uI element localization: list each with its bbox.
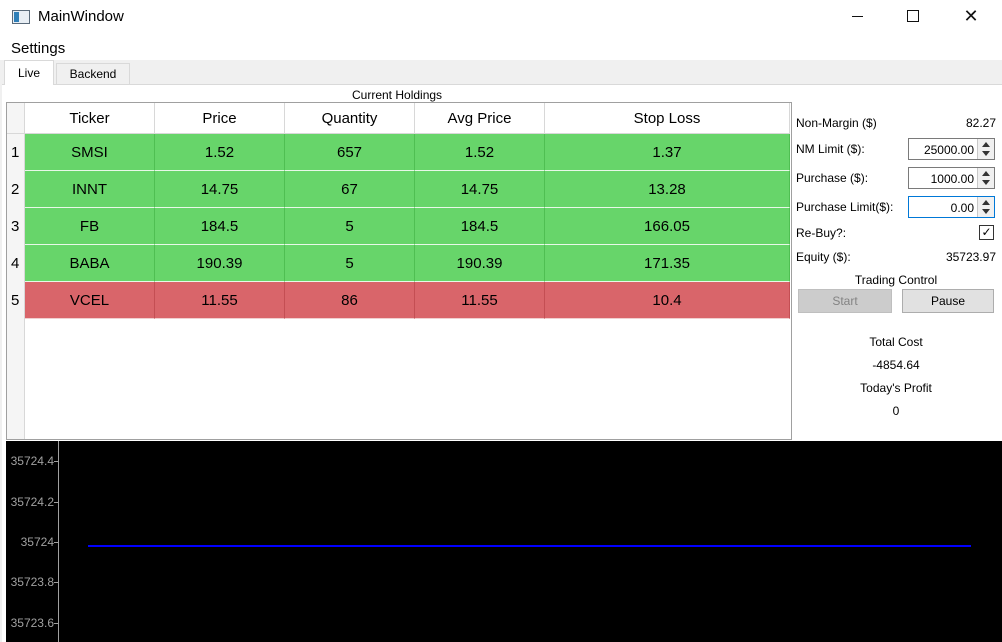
cell-quantity[interactable]: 5 <box>285 208 415 245</box>
column-header-ticker[interactable]: Ticker <box>25 103 155 134</box>
cell-quantity[interactable]: 86 <box>285 282 415 319</box>
equity-plot <box>88 545 971 548</box>
cell-stop-loss[interactable]: 1.37 <box>545 134 790 171</box>
menu-settings[interactable]: Settings <box>11 40 65 57</box>
rebuy-label: Re-Buy?: <box>796 226 847 240</box>
equity-label: Equity ($): <box>796 250 851 264</box>
cell-avg-price[interactable]: 1.52 <box>415 134 545 171</box>
equity-value: 35723.97 <box>945 250 996 264</box>
cell-avg-price[interactable]: 11.55 <box>415 282 545 319</box>
holdings-title: Current Holdings <box>352 88 443 102</box>
close-icon: ✕ <box>963 5 979 26</box>
cell-stop-loss[interactable]: 166.05 <box>545 208 790 245</box>
menu-bar: Settings <box>0 34 1002 60</box>
purchase-limit-stepper[interactable] <box>977 197 994 217</box>
purchase-value: 1000.00 <box>930 172 974 186</box>
arrow-down-icon[interactable] <box>982 180 990 185</box>
minimize-button[interactable] <box>834 0 880 32</box>
cell-price[interactable]: 184.5 <box>155 208 285 245</box>
cell-ticker[interactable]: VCEL <box>25 282 155 319</box>
cell-avg-price[interactable]: 184.5 <box>415 208 545 245</box>
row-header[interactable]: 2 <box>7 171 25 208</box>
cell-quantity[interactable]: 657 <box>285 134 415 171</box>
row-header[interactable]: 3 <box>7 208 25 245</box>
cell-stop-loss[interactable]: 13.28 <box>545 171 790 208</box>
purchase-spinbox[interactable]: 1000.00 <box>908 167 995 189</box>
todays-profit-label: Today's Profit <box>860 381 932 395</box>
cell-price[interactable]: 11.55 <box>155 282 285 319</box>
cell-price[interactable]: 14.75 <box>155 171 285 208</box>
nm-limit-value: 25000.00 <box>923 143 974 157</box>
nm-limit-label: NM Limit ($): <box>796 142 865 156</box>
cell-quantity[interactable]: 5 <box>285 245 415 282</box>
column-header-price[interactable]: Price <box>155 103 285 134</box>
purchase-limit-spinbox[interactable]: 0.00 <box>908 196 995 218</box>
title-bar: MainWindow ✕ <box>0 0 1002 34</box>
arrow-up-icon[interactable] <box>982 171 990 176</box>
non-margin-label: Non-Margin ($) <box>796 116 877 130</box>
purchase-label: Purchase ($): <box>796 171 869 185</box>
maximize-button[interactable] <box>890 0 936 32</box>
arrow-up-icon[interactable] <box>982 200 990 205</box>
cell-stop-loss[interactable]: 10.4 <box>545 282 790 319</box>
nm-limit-spinbox[interactable]: 25000.00 <box>908 138 995 160</box>
equity-graph[interactable]: 35724.4 35724.2 35724 35723.8 35723.6 <box>6 441 1002 642</box>
cell-ticker[interactable]: FB <box>25 208 155 245</box>
cell-price[interactable]: 190.39 <box>155 245 285 282</box>
tab-backend[interactable]: Backend <box>56 63 130 84</box>
cell-avg-price[interactable]: 190.39 <box>415 245 545 282</box>
holdings-table: Ticker Price Quantity Avg Price Stop Los… <box>6 102 792 440</box>
trading-control-label: Trading Control <box>854 273 938 287</box>
close-button[interactable]: ✕ <box>948 0 994 32</box>
arrow-down-icon[interactable] <box>982 209 990 214</box>
column-header-avg-price[interactable]: Avg Price <box>415 103 545 134</box>
table-corner-button[interactable] <box>7 103 25 134</box>
nm-limit-stepper[interactable] <box>977 139 994 159</box>
live-tab-panel: Current Holdings Ticker Price Quantity A… <box>2 84 1002 642</box>
cell-quantity[interactable]: 67 <box>285 171 415 208</box>
tab-live[interactable]: Live <box>4 60 54 85</box>
window-title: MainWindow <box>38 8 124 25</box>
maximize-icon <box>907 10 919 22</box>
row-header[interactable]: 1 <box>7 134 25 171</box>
purchase-limit-label: Purchase Limit($): <box>796 200 894 214</box>
start-button[interactable]: Start <box>798 289 892 313</box>
rebuy-checkbox[interactable]: ✓ <box>979 225 994 240</box>
cell-ticker[interactable]: INNT <box>25 171 155 208</box>
arrow-down-icon[interactable] <box>982 151 990 156</box>
cell-stop-loss[interactable]: 171.35 <box>545 245 790 282</box>
non-margin-value: 82.27 <box>965 116 996 130</box>
todays-profit-value: 0 <box>892 404 900 418</box>
column-header-stop-loss[interactable]: Stop Loss <box>545 103 790 134</box>
app-window-icon <box>12 10 30 24</box>
column-header-quantity[interactable]: Quantity <box>285 103 415 134</box>
purchase-stepper[interactable] <box>977 168 994 188</box>
row-header[interactable]: 5 <box>7 282 25 319</box>
pause-button[interactable]: Pause <box>902 289 994 313</box>
cell-avg-price[interactable]: 14.75 <box>415 171 545 208</box>
total-cost-value: -4854.64 <box>872 358 920 372</box>
row-header[interactable]: 4 <box>7 245 25 282</box>
control-panel: Non-Margin ($) 82.27 NM Limit ($): 25000… <box>796 102 1000 422</box>
total-cost-label: Total Cost <box>869 335 923 349</box>
cell-price[interactable]: 1.52 <box>155 134 285 171</box>
tab-bar: Live Backend <box>0 60 1002 85</box>
cell-ticker[interactable]: BABA <box>25 245 155 282</box>
minimize-icon <box>851 15 863 17</box>
arrow-up-icon[interactable] <box>982 142 990 147</box>
cell-ticker[interactable]: SMSI <box>25 134 155 171</box>
purchase-limit-value: 0.00 <box>950 201 974 215</box>
